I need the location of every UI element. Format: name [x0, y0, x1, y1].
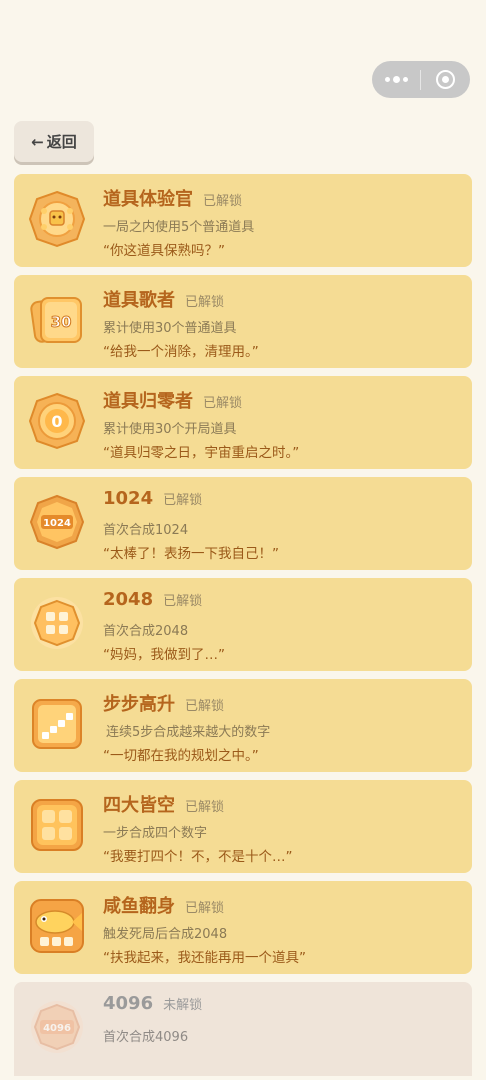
achievement-title: 道具歌者 — [103, 290, 175, 311]
achievement-list: 道具体验官 已解锁 一局之内使用5个普通道具 “你这道具保熟吗？” 30 道具歌… — [14, 174, 472, 1080]
achievement-desc: 累计使用30个普通道具 — [103, 321, 237, 336]
status-badge: 已解锁 — [163, 594, 203, 609]
badge-1024-icon: 1024 — [29, 494, 85, 550]
status-badge: 已解锁 — [185, 800, 225, 815]
achievement-desc: 首次合成2048 — [103, 624, 189, 639]
svg-text:4096: 4096 — [43, 1023, 71, 1034]
achievement-card-locked[interactable]: 4096 4096 未解锁 首次合成4096 — [14, 982, 472, 1076]
achievement-desc: 一步合成四个数字 — [103, 826, 208, 841]
status-badge: 已解锁 — [185, 699, 225, 714]
badge-2048-icon — [31, 597, 83, 649]
svg-text:1024: 1024 — [43, 518, 71, 529]
title-row: 道具归零者 已解锁 — [103, 387, 242, 413]
title-row: 咸鱼翻身 已解锁 — [103, 892, 224, 918]
achievement-quote: “给我一个消除，清理用。” — [103, 344, 259, 360]
back-button[interactable]: ← 返回 — [14, 121, 94, 162]
achievement-desc: 首次合成1024 — [103, 523, 189, 538]
tool-badge-icon — [28, 190, 86, 248]
achievement-card[interactable]: 道具体验官 已解锁 一局之内使用5个普通道具 “你这道具保熟吗？” — [14, 174, 472, 267]
achievement-quote: “一切都在我的规划之中。” — [103, 748, 259, 764]
achievement-card[interactable]: 1024 1024 已解锁 首次合成1024 “太棒了！表扬一下我自己！” — [14, 477, 472, 570]
achievement-desc: 累计使用30个开局道具 — [103, 422, 237, 437]
title-row: 道具体验官 已解锁 — [103, 185, 242, 211]
achievement-quote: “扶我起来，我还能再用一个道具” — [103, 950, 306, 966]
achievement-card[interactable]: 四大皆空 已解锁 一步合成四个数字 “我要打四个！不，不是十个…” — [14, 780, 472, 873]
achievement-title: 道具归零者 — [103, 391, 193, 412]
salted-fish-icon — [30, 899, 84, 953]
badge-4096-icon: 4096 — [31, 1001, 83, 1053]
status-badge: 已解锁 — [163, 493, 203, 508]
more-dots-icon[interactable] — [372, 76, 420, 83]
status-badge: 已解锁 — [203, 194, 243, 209]
title-row: 四大皆空 已解锁 — [103, 791, 224, 817]
achievement-desc: 触发死局后合成2048 — [103, 927, 228, 942]
svg-text:30: 30 — [51, 313, 72, 331]
achievements-page: ← 返回 道具体验官 已解锁 一局之内使用5个普通道具 “你这道具保熟吗？” 3… — [0, 0, 486, 1080]
achievement-desc: 连续5步合成越来越大的数字 — [106, 725, 271, 740]
achievement-card[interactable]: 2048 已解锁 首次合成2048 “妈妈，我做到了…” — [14, 578, 472, 671]
achievement-quote: “太棒了！表扬一下我自己！” — [103, 546, 279, 562]
arrow-left-icon: ← — [31, 132, 44, 151]
achievement-desc: 一局之内使用5个普通道具 — [103, 220, 255, 235]
title-row: 2048 已解锁 — [103, 589, 202, 610]
achievement-quote: “我要打四个！不，不是十个…” — [103, 849, 293, 865]
status-badge: 已解锁 — [185, 901, 225, 916]
achievement-title: 步步高升 — [103, 694, 175, 715]
zero-badge-icon: 0 — [28, 392, 86, 450]
achievement-quote: “你这道具保熟吗？” — [103, 243, 225, 259]
achievement-title: 2048 — [103, 589, 154, 610]
achievement-card[interactable]: 步步高升 已解锁 连续5步合成越来越大的数字 “一切都在我的规划之中。” — [14, 679, 472, 772]
achievement-card[interactable]: 30 道具歌者 已解锁 累计使用30个普通道具 “给我一个消除，清理用。” — [14, 275, 472, 368]
target-circle-icon[interactable] — [421, 70, 470, 89]
achievement-desc: 首次合成4096 — [103, 1030, 189, 1045]
achievement-title: 咸鱼翻身 — [103, 896, 175, 917]
achievement-quote: “道具归零之日，宇宙重启之时。” — [103, 445, 300, 461]
achievement-card[interactable]: 咸鱼翻身 已解锁 触发死局后合成2048 “扶我起来，我还能再用一个道具” — [14, 881, 472, 974]
status-badge: 已解锁 — [185, 295, 225, 310]
status-badge: 未解锁 — [163, 998, 203, 1013]
mini-program-capsule — [372, 61, 470, 98]
achievement-title: 道具体验官 — [103, 189, 193, 210]
achievement-title: 1024 — [103, 488, 154, 509]
cards-30-icon: 30 — [30, 297, 82, 343]
achievement-card[interactable]: 0 道具归零者 已解锁 累计使用30个开局道具 “道具归零之日，宇宙重启之时。” — [14, 376, 472, 469]
svg-text:0: 0 — [51, 412, 62, 431]
title-row: 1024 已解锁 — [103, 488, 202, 509]
achievement-quote: “妈妈，我做到了…” — [103, 647, 225, 663]
achievement-title: 4096 — [103, 993, 154, 1014]
achievement-title: 四大皆空 — [103, 795, 175, 816]
title-row: 4096 未解锁 — [103, 993, 202, 1014]
title-row: 步步高升 已解锁 — [103, 690, 224, 716]
title-row: 道具歌者 已解锁 — [103, 286, 224, 312]
status-badge: 已解锁 — [203, 396, 243, 411]
four-tiles-icon — [31, 799, 83, 851]
stairs-icon — [32, 699, 82, 749]
back-label: 返回 — [46, 133, 77, 151]
